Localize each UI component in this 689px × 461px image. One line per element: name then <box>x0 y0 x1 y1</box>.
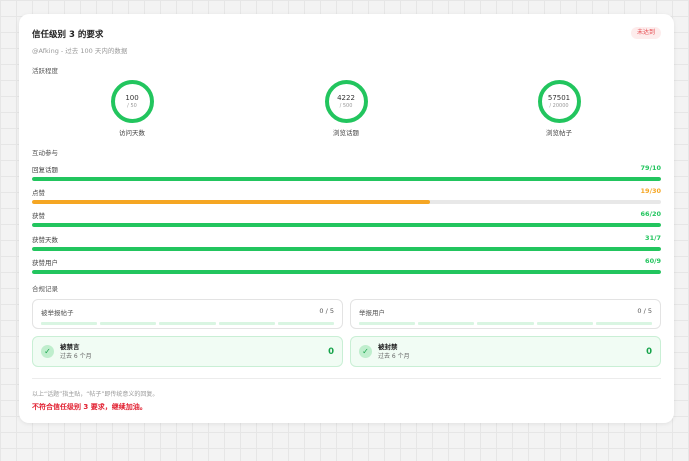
progress-bar <box>32 177 661 181</box>
silenced-count: 0 <box>328 346 334 357</box>
check-icon: ✓ <box>41 345 54 358</box>
segment <box>100 322 157 325</box>
progress-reply-topics: 回复话题 79/10 <box>32 164 661 181</box>
progress-label: 点赞 <box>32 189 45 197</box>
progress-liked: 获赞 66/20 <box>32 210 661 227</box>
stat-visit-days: 100 / 50 访问天数 <box>102 80 162 137</box>
progress-value: 19/30 <box>640 187 661 195</box>
ring-target: / 50 <box>127 102 137 109</box>
footer-note: 以上“话题”指主贴，“帖子”即传统意义的回复。 <box>32 391 159 398</box>
activity-section-label: 活跃程度 <box>32 67 58 75</box>
progress-fill <box>32 247 661 251</box>
reported-posts-label: 被举报帖子 <box>41 309 74 317</box>
ring-value: 57501 <box>547 93 571 102</box>
stat-topics-viewed: 4222 / 500 浏览话题 <box>316 80 376 137</box>
progress-label: 获赞用户 <box>32 259 58 267</box>
divider <box>32 378 661 379</box>
reported-posts-count: 0 / 5 <box>319 307 334 315</box>
progress-fill <box>32 177 661 181</box>
segment <box>477 322 534 325</box>
segment <box>159 322 216 325</box>
progress-bar <box>32 200 661 204</box>
reported-posts-box: 被举报帖子 0 / 5 <box>32 299 343 329</box>
interaction-section-label: 互动参与 <box>32 149 58 157</box>
stat-posts-viewed: 57501 / 20000 浏览帖子 <box>529 80 589 137</box>
reporting-users-label: 举报用户 <box>359 309 385 317</box>
segment <box>277 322 335 325</box>
trust-level-card: 信任级别 3 的要求 @Afking - 过去 100 天内的数据 未达到 活跃… <box>19 14 674 423</box>
segment <box>218 322 275 325</box>
check-icon: ✓ <box>359 345 372 358</box>
ring-target: / 500 <box>339 102 353 109</box>
progress-liked-days: 获赞天数 31/7 <box>32 234 661 251</box>
progress-value: 31/7 <box>645 234 661 242</box>
progress-liked-users: 获赞用户 60/9 <box>32 257 661 274</box>
compliance-section-label: 合规记录 <box>32 285 58 293</box>
progress-fill <box>32 200 431 204</box>
segment <box>418 322 475 325</box>
progress-ring: 100 / 50 <box>110 80 154 123</box>
progress-bar <box>32 223 661 227</box>
progress-value: 79/10 <box>640 164 661 172</box>
segment <box>536 322 593 325</box>
progress-label: 获赞 <box>32 212 45 220</box>
reporting-users-box: 举报用户 0 / 5 <box>350 299 661 329</box>
suspended-title: 被封禁 <box>378 342 398 351</box>
silenced-box: ✓ 被禁言 过去 6 个月 0 <box>32 336 343 367</box>
ring-target: / 20000 <box>549 102 569 109</box>
segment-bar <box>41 322 335 325</box>
segment <box>595 322 653 325</box>
ring-label: 访问天数 <box>119 129 145 137</box>
progress-value: 60/9 <box>645 257 661 265</box>
card-title: 信任级别 3 的要求 <box>32 30 104 40</box>
ring-value: 4222 <box>337 93 355 102</box>
progress-ring: 4222 / 500 <box>324 80 368 123</box>
progress-label: 回复话题 <box>32 166 58 174</box>
result-message: 不符合信任级别 3 要求，继续加油。 <box>32 403 147 411</box>
silenced-period: 过去 6 个月 <box>60 352 92 360</box>
segment <box>359 322 416 325</box>
card-subtitle: @Afking - 过去 100 天内的数据 <box>32 47 128 55</box>
silenced-title: 被禁言 <box>60 342 80 351</box>
progress-likes: 点赞 19/30 <box>32 187 661 204</box>
progress-label: 获赞天数 <box>32 236 58 244</box>
progress-bar <box>32 247 661 251</box>
suspended-count: 0 <box>646 346 652 357</box>
reporting-users-count: 0 / 5 <box>637 307 652 315</box>
segment <box>41 322 98 325</box>
suspended-box: ✓ 被封禁 过去 6 个月 0 <box>350 336 661 367</box>
progress-fill <box>32 223 661 227</box>
ring-value: 100 <box>125 93 139 102</box>
progress-fill <box>32 270 661 274</box>
suspended-period: 过去 6 个月 <box>378 352 410 360</box>
ring-label: 浏览帖子 <box>546 129 572 137</box>
ring-label: 浏览话题 <box>333 129 359 137</box>
progress-value: 66/20 <box>640 210 661 218</box>
progress-bar <box>32 270 661 274</box>
status-badge: 未达到 <box>630 27 661 39</box>
segment-bar <box>359 322 653 325</box>
progress-ring: 57501 / 20000 <box>537 80 581 123</box>
